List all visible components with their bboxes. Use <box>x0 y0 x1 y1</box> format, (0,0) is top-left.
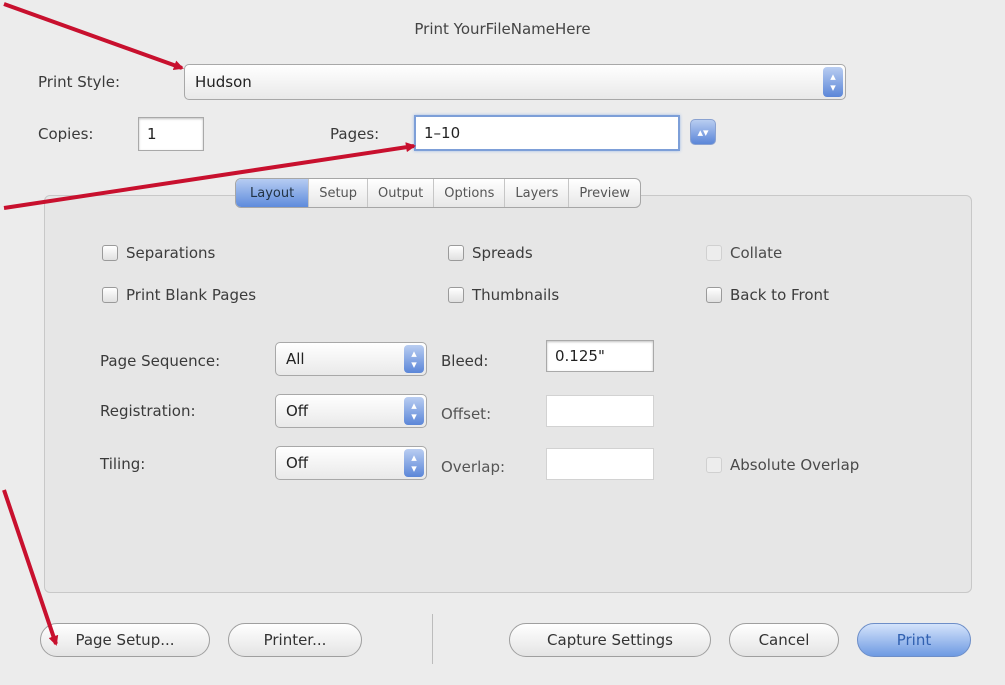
page-setup-button[interactable]: Page Setup... <box>40 623 210 657</box>
print-blank-pages-checkbox[interactable]: Print Blank Pages <box>102 286 256 304</box>
collate-checkbox[interactable]: Collate <box>706 244 782 262</box>
copies-label: Copies: <box>38 125 94 143</box>
print-button[interactable]: Print <box>857 623 971 657</box>
checkbox-box <box>102 245 118 261</box>
tab-options[interactable]: Options <box>434 179 506 207</box>
page-sequence-label: Page Sequence: <box>100 352 221 370</box>
checkbox-box <box>706 457 722 473</box>
button-divider <box>432 614 433 664</box>
separations-label: Separations <box>126 244 216 262</box>
checkbox-box <box>448 287 464 303</box>
offset-field[interactable] <box>546 395 654 427</box>
stepper-arrows-icon: ▴ ▾ <box>404 449 424 477</box>
tiling-label: Tiling: <box>100 455 146 473</box>
pages-field[interactable]: 1–10 <box>414 115 680 151</box>
capture-settings-button[interactable]: Capture Settings <box>509 623 711 657</box>
copies-field[interactable]: 1 <box>138 117 204 151</box>
printer-button[interactable]: Printer... <box>228 623 362 657</box>
collate-label: Collate <box>730 244 783 262</box>
tab-bar: Layout Setup Output Options Layers Previ… <box>235 178 642 208</box>
thumbnails-label: Thumbnails <box>472 286 560 304</box>
cancel-button[interactable]: Cancel <box>729 623 839 657</box>
spreads-checkbox[interactable]: Spreads <box>448 244 533 262</box>
back-to-front-checkbox[interactable]: Back to Front <box>706 286 829 304</box>
tab-preview[interactable]: Preview <box>569 179 640 207</box>
registration-popup[interactable]: Off ▴ ▾ <box>275 394 427 428</box>
checkbox-box <box>706 245 722 261</box>
page-sequence-value: All <box>286 350 305 368</box>
pages-label: Pages: <box>330 125 380 143</box>
print-style-value: Hudson <box>195 73 252 91</box>
absolute-overlap-checkbox[interactable]: Absolute Overlap <box>706 456 859 474</box>
print-blank-pages-label: Print Blank Pages <box>126 286 257 304</box>
checkbox-box <box>448 245 464 261</box>
page-sequence-popup[interactable]: All ▴ ▾ <box>275 342 427 376</box>
checkbox-box <box>706 287 722 303</box>
tiling-value: Off <box>286 454 309 472</box>
spreads-label: Spreads <box>472 244 533 262</box>
tab-layout[interactable]: Layout <box>236 179 310 207</box>
back-to-front-label: Back to Front <box>730 286 829 304</box>
stepper-arrows-icon: ▴ ▾ <box>404 345 424 373</box>
stepper-arrows-icon: ▴ ▾ <box>404 397 424 425</box>
bleed-label: Bleed: <box>441 352 489 370</box>
absolute-overlap-label: Absolute Overlap <box>730 456 860 474</box>
tab-setup[interactable]: Setup <box>309 179 369 207</box>
tiling-popup[interactable]: Off ▴ ▾ <box>275 446 427 480</box>
pages-range-popup[interactable]: ▴▾ <box>690 119 716 145</box>
print-style-popup[interactable]: Hudson ▴ ▾ <box>184 64 846 100</box>
print-style-label: Print Style: <box>38 73 121 91</box>
offset-label: Offset: <box>441 405 492 423</box>
stepper-arrows-icon: ▴ ▾ <box>823 67 843 97</box>
registration-label: Registration: <box>100 402 196 420</box>
overlap-label: Overlap: <box>441 458 506 476</box>
tab-layers[interactable]: Layers <box>505 179 570 207</box>
tab-output[interactable]: Output <box>368 179 435 207</box>
window-title: Print YourFileNameHere <box>414 20 591 38</box>
bleed-field[interactable]: 0.125" <box>546 340 654 372</box>
separations-checkbox[interactable]: Separations <box>102 244 215 262</box>
thumbnails-checkbox[interactable]: Thumbnails <box>448 286 559 304</box>
registration-value: Off <box>286 402 309 420</box>
overlap-field[interactable] <box>546 448 654 480</box>
checkbox-box <box>102 287 118 303</box>
